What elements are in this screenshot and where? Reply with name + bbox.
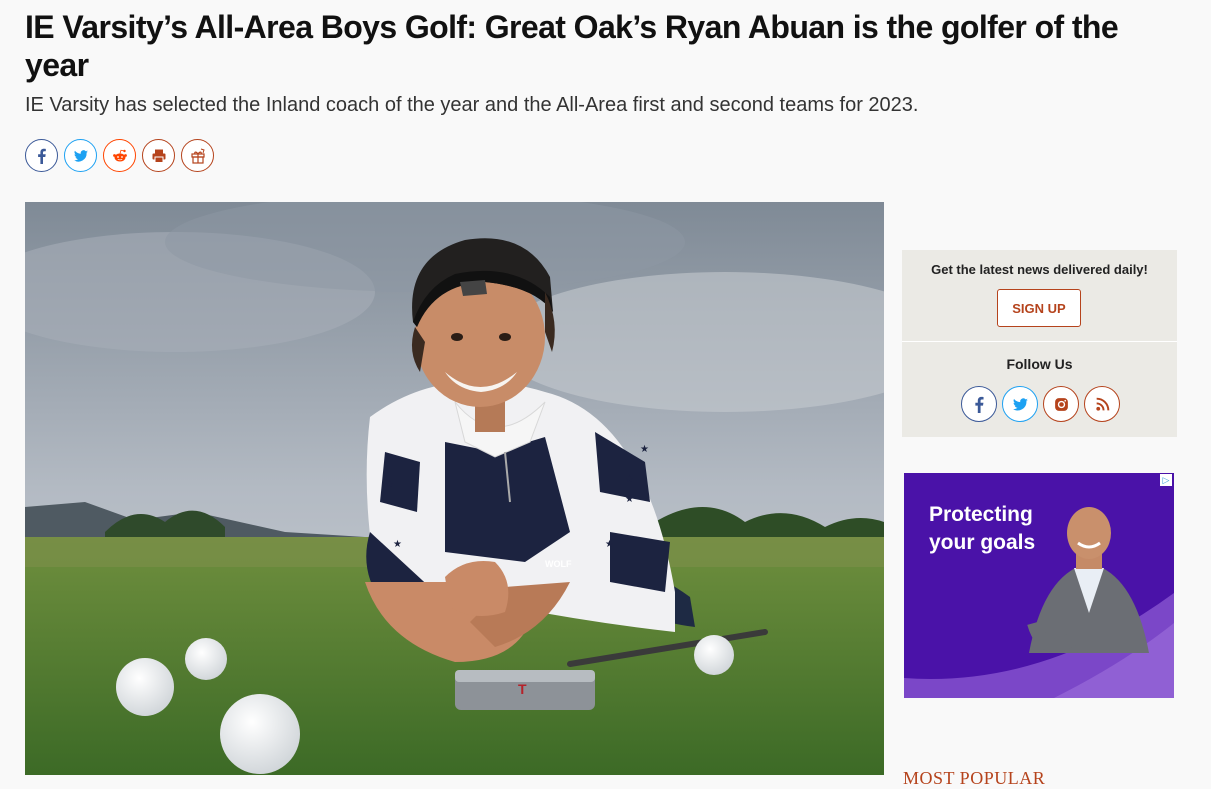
sidebar-advertisement[interactable]: Protecting your goals ▷	[904, 473, 1174, 698]
follow-rss-button[interactable]	[1084, 386, 1120, 422]
newsletter-divider	[902, 341, 1177, 342]
article-subheadline: IE Varsity has selected the Inland coach…	[25, 94, 919, 116]
twitter-icon	[73, 149, 88, 162]
print-button[interactable]	[142, 139, 175, 172]
newsletter-title: Get the latest news delivered daily!	[931, 262, 1148, 277]
facebook-icon	[974, 396, 984, 413]
ad-headline: Protecting your goals	[929, 503, 1036, 554]
facebook-icon	[37, 148, 46, 164]
svg-text:★: ★	[605, 539, 614, 550]
article-hero-photo[interactable]: ★ ★ ★ ★ ★ ★ WOLF T	[25, 202, 884, 775]
newsletter-signup-box: Get the latest news delivered daily! SIG…	[902, 250, 1177, 437]
svg-text:T: T	[518, 681, 527, 697]
svg-text:WOLF: WOLF	[545, 559, 572, 569]
instagram-icon	[1054, 397, 1068, 411]
sign-up-button[interactable]: SIGN UP	[997, 289, 1081, 327]
print-icon	[152, 149, 165, 163]
follow-us-title: Follow Us	[1006, 356, 1073, 372]
share-toolbar	[25, 139, 214, 172]
twitter-icon	[1012, 397, 1028, 410]
article-headline: IE Varsity’s All-Area Boys Golf: Great O…	[25, 9, 1119, 83]
svg-text:★: ★	[393, 539, 402, 550]
gift-article-button[interactable]	[181, 139, 214, 172]
most-popular-heading: MOST POPULAR	[903, 768, 1046, 788]
share-twitter-button[interactable]	[64, 139, 97, 172]
share-facebook-button[interactable]	[25, 139, 58, 172]
golfer-photo: ★ ★ ★ ★ ★ ★ WOLF T	[25, 202, 884, 775]
follow-facebook-button[interactable]	[961, 386, 997, 422]
follow-us-icons	[961, 386, 1120, 422]
svg-text:★: ★	[625, 474, 634, 485]
follow-twitter-button[interactable]	[1002, 386, 1038, 422]
svg-text:★: ★	[640, 444, 649, 455]
follow-instagram-button[interactable]	[1043, 386, 1079, 422]
ad-choices-icon[interactable]: ▷	[1160, 474, 1172, 486]
rss-icon	[1095, 397, 1109, 411]
reddit-icon	[112, 149, 127, 161]
share-reddit-button[interactable]	[103, 139, 136, 172]
svg-text:★: ★	[625, 494, 634, 505]
svg-text:★: ★	[385, 479, 394, 490]
gift-icon	[190, 148, 205, 164]
